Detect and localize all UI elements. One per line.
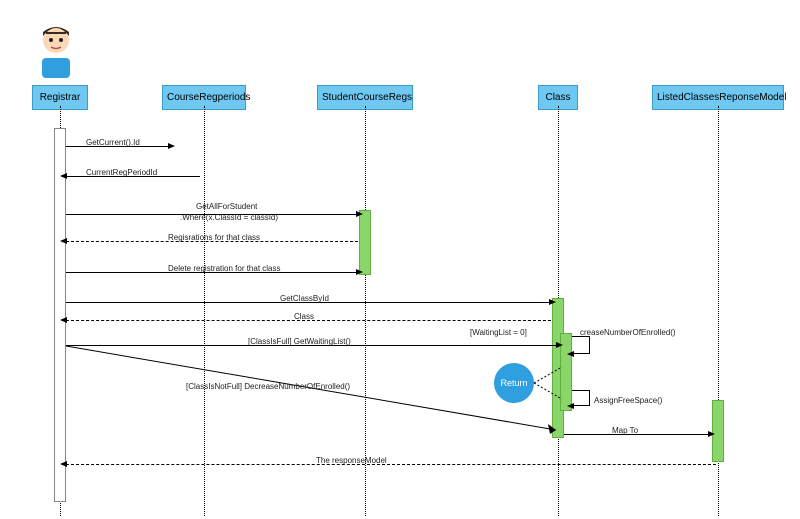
self-call (572, 390, 590, 406)
message-label: CurrentRegPeriodId (86, 168, 157, 177)
message-label: creaseNumberOfEnrolled() (580, 328, 676, 337)
lifeline-line (365, 106, 366, 516)
arrow (66, 464, 716, 465)
message-label: Delete registration for that class (168, 264, 281, 273)
message-label: The responseModel (316, 456, 387, 465)
message-label: Map To (612, 426, 638, 435)
message-label: AssignFreeSpace() (594, 396, 662, 405)
lifeline-label: CourseRegperiods (167, 92, 250, 103)
activation-studentcourseregs (359, 210, 371, 275)
arrow-head-icon (60, 238, 67, 244)
lifeline-line (204, 106, 205, 516)
message-label: [ClassIsNotFull] DecreaseNumberOfEnrolle… (186, 382, 350, 391)
self-call (572, 336, 590, 354)
arrow-head-icon (708, 431, 715, 437)
message-label: GetCurrent().Id (86, 138, 140, 147)
lifeline-label: StudentCourseRegs (322, 92, 412, 103)
message-label: GetClassById (280, 294, 329, 303)
arrow-head-icon (60, 461, 67, 467)
arrow-head-icon (356, 269, 363, 275)
lifeline-label: ListedClassesReponseModel (657, 92, 787, 103)
message-label: .Where(x.ClassId = classId) (180, 213, 278, 222)
arrow-head-icon (60, 317, 67, 323)
lifeline-label: Registrar (40, 92, 81, 103)
arrow-head-icon (356, 211, 363, 217)
message-label: [WaitingList = 0] (470, 328, 527, 337)
actor-avatar (32, 18, 80, 78)
lifeline-label: Class (545, 92, 570, 103)
message-label: Regisrations for that class (168, 233, 260, 242)
arrow-head-icon (549, 299, 556, 305)
activation-registrar (54, 128, 66, 502)
arrow-head-icon (168, 143, 175, 149)
arrow-head-icon (567, 403, 574, 409)
message-label: Class (294, 312, 314, 321)
message-label: GetAllForStudent (196, 202, 257, 211)
arrow-head-icon (60, 173, 67, 179)
arrow-head-icon (567, 351, 574, 357)
